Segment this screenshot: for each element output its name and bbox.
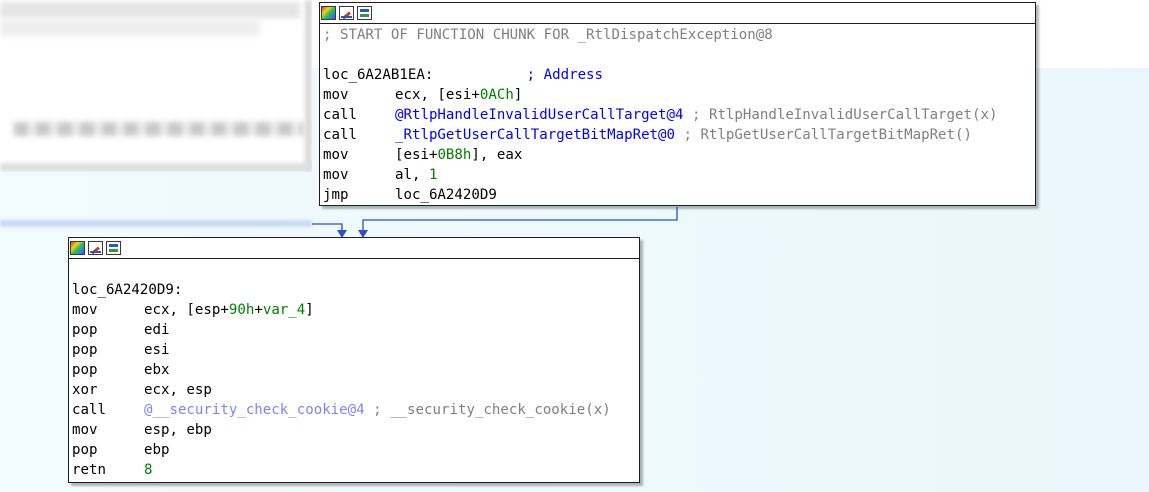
instruction[interactable]: xor ecx, esp: [72, 380, 639, 400]
mnemonic: call: [323, 107, 357, 123]
call-comment: ; __security_check_cookie(x): [364, 402, 611, 418]
mnemonic: pop: [72, 322, 98, 338]
instruction[interactable]: call @RtlpHandleInvalidUserCallTarget@4 ;…: [323, 105, 1035, 125]
instruction[interactable]: call @__security_check_cookie@4 ; __secur…: [72, 400, 639, 420]
instruction[interactable]: call _RtlpGetUserCallTargetBitMapRet@0 ; …: [323, 125, 1035, 145]
call-target[interactable]: @__security_check_cookie@4: [144, 402, 365, 418]
edge-from-top-node: [362, 207, 678, 232]
instruction[interactable]: mov ecx, [esi+0ACh]: [323, 85, 1035, 105]
operand: ecx, [esi+: [395, 87, 480, 103]
code-label-line: loc_6A2AB1EA: ; Address: [323, 65, 1035, 85]
instruction[interactable]: retn 8: [72, 460, 639, 480]
graph-overview-icon[interactable]: [357, 6, 372, 20]
mnemonic: pop: [72, 362, 98, 378]
mnemonic: mov: [323, 167, 349, 183]
operand: edi: [144, 322, 170, 338]
operand: ]: [305, 302, 314, 318]
call-target[interactable]: @RtlpHandleInvalidUserCallTarget@4: [395, 107, 684, 123]
jump-target[interactable]: loc_6A2420D9: [395, 187, 497, 203]
rename-pencil-icon[interactable]: [339, 6, 354, 20]
operand: esp, ebp: [144, 422, 212, 438]
operand: +: [254, 302, 263, 318]
immediate: 1: [428, 167, 438, 183]
instruction[interactable]: mov ecx, [esp+90h+var_4]: [72, 300, 639, 320]
operand: ebx: [144, 362, 170, 378]
code-label[interactable]: loc_6A2420D9:: [72, 280, 639, 300]
operand: ecx, esp: [144, 382, 212, 398]
operand: ebp: [144, 442, 170, 458]
instruction[interactable]: jmp loc_6A2420D9: [323, 185, 1035, 205]
mnemonic: pop: [72, 342, 98, 358]
mnemonic: mov: [72, 302, 98, 318]
instruction[interactable]: pop esi: [72, 340, 639, 360]
mnemonic: call: [72, 402, 106, 418]
node-toolbar: [320, 3, 1035, 24]
stack-variable[interactable]: var_4: [263, 302, 305, 318]
mnemonic: xor: [72, 382, 98, 398]
code-block-top[interactable]: ; START OF FUNCTION CHUNK FOR _RtlDispat…: [319, 2, 1036, 206]
instruction[interactable]: pop ebx: [72, 360, 639, 380]
mnemonic: call: [323, 127, 357, 143]
mnemonic: mov: [72, 422, 98, 438]
call-comment: ; RtlpHandleInvalidUserCallTarget(x): [683, 107, 998, 123]
operand: [esi+: [395, 147, 438, 163]
immediate: 90h: [228, 302, 255, 318]
node-toolbar: [69, 238, 639, 259]
call-comment: ; RtlpGetUserCallTargetBitMapRet(): [675, 127, 973, 143]
mnemonic: retn: [72, 462, 106, 478]
operand: esi: [144, 342, 170, 358]
graph-overview-icon[interactable]: [106, 241, 121, 255]
instruction[interactable]: mov [esi+0B8h], eax: [323, 145, 1035, 165]
immediate: 0ACh: [479, 87, 514, 103]
mnemonic: pop: [72, 442, 98, 458]
immediate: 0B8h: [437, 147, 472, 163]
mnemonic: mov: [323, 87, 349, 103]
operand: ecx, [esp+: [144, 302, 229, 318]
rename-pencil-icon[interactable]: [88, 241, 103, 255]
operand: ]: [513, 87, 523, 103]
operand: al,: [395, 167, 429, 183]
operand: ], eax: [471, 147, 523, 163]
mnemonic: mov: [323, 147, 349, 163]
color-palette-icon[interactable]: [321, 6, 336, 20]
code-label[interactable]: loc_6A2AB1EA:: [323, 67, 433, 83]
instruction[interactable]: pop ebp: [72, 440, 639, 460]
instruction[interactable]: mov al, 1: [323, 165, 1035, 185]
color-palette-icon[interactable]: [70, 241, 85, 255]
label-comment: ; Address: [526, 67, 604, 83]
call-target[interactable]: _RtlpGetUserCallTargetBitMapRet@0: [395, 127, 675, 143]
edge-from-obscured-node: [312, 223, 343, 232]
instruction[interactable]: mov esp, ebp: [72, 420, 639, 440]
code-block-bottom[interactable]: loc_6A2420D9: mov ecx, [esp+90h+var_4] po…: [68, 237, 640, 483]
immediate: 8: [144, 462, 153, 478]
function-chunk-comment: ; START OF FUNCTION CHUNK FOR _RtlDispat…: [323, 27, 773, 43]
mnemonic: jmp: [323, 187, 349, 203]
instruction[interactable]: pop edi: [72, 320, 639, 340]
